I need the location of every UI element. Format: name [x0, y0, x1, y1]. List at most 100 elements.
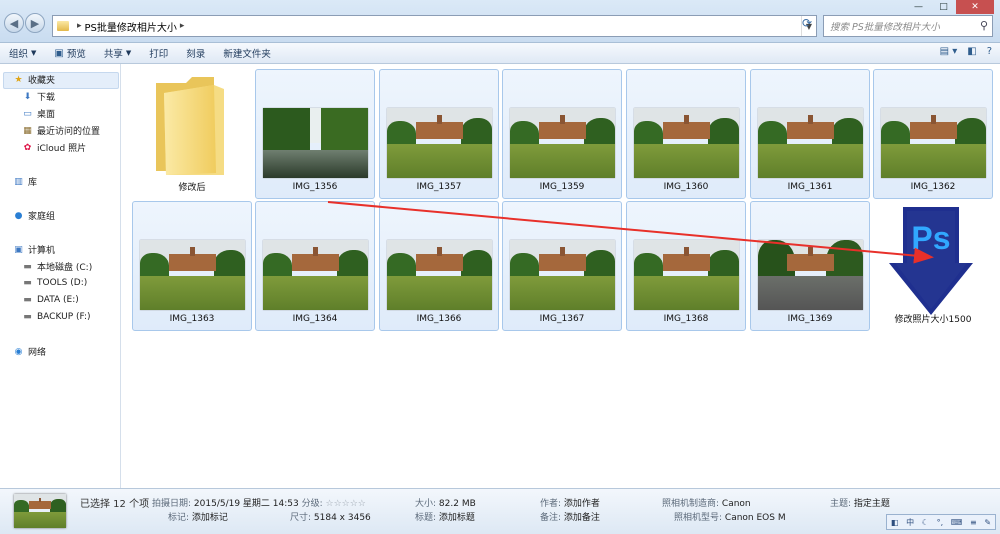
author-value[interactable]: 添加作者 [564, 499, 600, 509]
image-thumbnail [510, 240, 615, 310]
new-folder-button[interactable]: 新建文件夹 [214, 46, 280, 60]
file-tile-image[interactable]: IMG_1367 [502, 201, 622, 331]
image-thumbnail [758, 240, 863, 310]
tags: 标记: 添加标记 [168, 510, 228, 523]
burn-button[interactable]: 刻录 [177, 46, 214, 60]
address-path[interactable]: PS批量修改相片大小 [85, 19, 177, 34]
help-icon[interactable]: ? [987, 46, 992, 57]
nav-icloud-label: iCloud 照片 [37, 144, 87, 154]
nav-network[interactable]: ◉ 网络 [13, 345, 46, 359]
nav-libraries[interactable]: ▥ 库 [13, 175, 37, 189]
file-tile-image[interactable]: IMG_1359 [502, 69, 622, 199]
file-name: 修改照片大小1500 [894, 315, 972, 325]
library-icon: ▥ [14, 176, 23, 187]
maximize-button[interactable]: □ [931, 0, 956, 14]
share-label: 共享 [103, 49, 123, 60]
nav-drive-c[interactable]: ▬ 本地磁盘 (C:) [22, 260, 92, 274]
forward-button[interactable]: ▶ [25, 13, 45, 33]
file-tile-image[interactable]: IMG_1369 [750, 201, 870, 331]
file-tile-image[interactable]: IMG_1361 [750, 69, 870, 199]
title-label: 标题: [415, 513, 437, 523]
nav-drive-f[interactable]: ▬ BACKUP (F:) [22, 311, 90, 322]
size-label: 大小: [415, 499, 437, 509]
nav-recent-label: 最近访问的位置 [37, 127, 101, 137]
ime-punct-icon[interactable]: °, [937, 518, 944, 527]
ime-mode[interactable]: 中 [906, 517, 914, 528]
tags-value[interactable]: 添加标记 [192, 513, 228, 523]
homegroup-icon: ● [14, 210, 23, 221]
folder-icon [156, 77, 224, 175]
burn-label: 刻录 [186, 49, 206, 60]
details-pane: 已选择 12 个项 拍摄日期: 2015/5/19 星期二 14:53 分级: … [0, 488, 1000, 534]
comment-value[interactable]: 添加备注 [564, 513, 600, 523]
computer-icon: ▣ [14, 244, 23, 255]
nav-drive-e[interactable]: ▬ DATA (E:) [22, 294, 79, 305]
nav-icloud[interactable]: ✿ iCloud 照片 [22, 141, 87, 155]
search-input[interactable]: 搜索 PS批量修改相片大小 ⚲ [823, 15, 993, 37]
navigation-pane: ★ 收藏夹 ⬇ 下载 ▭ 桌面 ▦ 最近访问的位置 ✿ iCloud 照片 ▥ … [0, 64, 121, 488]
share-button[interactable]: 共享 ▼ [95, 46, 140, 60]
view-options-icon[interactable]: ▤ ▾ [940, 46, 958, 57]
nav-favorites-label: 收藏夹 [28, 76, 56, 86]
preview-pane-icon[interactable]: ◧ [967, 46, 976, 57]
nav-drive-d[interactable]: ▬ TOOLS (D:) [22, 277, 87, 288]
window-controls: — □ ✕ [906, 0, 994, 14]
dimensions: 尺寸: 5184 x 3456 [290, 510, 371, 523]
file-tile-image[interactable]: IMG_1360 [626, 69, 746, 199]
minimize-button[interactable]: — [906, 0, 931, 14]
nav-downloads-label: 下载 [37, 93, 56, 103]
refresh-icon[interactable]: ⟳ [802, 16, 812, 30]
nav-computer[interactable]: ▣ 计算机 [13, 243, 55, 257]
ime-toolbar[interactable]: ◧ 中 ☾ °, ⌨ ≡ ✎ [886, 514, 996, 530]
search-icon[interactable]: ⚲ [980, 19, 988, 32]
comment-label: 备注: [540, 513, 562, 523]
file-tile-image[interactable]: IMG_1356 [255, 69, 375, 199]
image-thumbnail [758, 108, 863, 178]
preview-label: 预览 [66, 49, 86, 60]
file-name: IMG_1367 [539, 314, 585, 324]
rating-label: 分级: [301, 499, 323, 509]
nav-recent[interactable]: ▦ 最近访问的位置 [22, 124, 101, 138]
address-bar[interactable]: ▸ PS批量修改相片大小 ▸ ▼ [52, 15, 817, 37]
organize-button[interactable]: 组织 ▼ [0, 46, 45, 60]
selection-count: 已选择 12 个项 [80, 499, 150, 510]
file-tile-image[interactable]: IMG_1362 [873, 69, 993, 199]
ime-keyboard-icon[interactable]: ⌨ [951, 518, 963, 527]
title-value[interactable]: 添加标题 [439, 513, 475, 523]
close-button[interactable]: ✕ [956, 0, 994, 14]
file-tile-image[interactable]: IMG_1363 [132, 201, 252, 331]
breadcrumb-chevron-icon[interactable]: ▸ [180, 21, 185, 31]
nav-favorites[interactable]: ★ 收藏夹 [13, 73, 56, 87]
ime-menu-icon[interactable]: ≡ [970, 518, 977, 527]
file-tile-droplet[interactable]: Ps 修改照片大小1500 [873, 201, 993, 331]
organize-label: 组织 [9, 49, 29, 60]
date-value: 2015/5/19 星期二 14:53 [193, 499, 299, 509]
drive-icon: ▬ [23, 294, 32, 305]
file-tile-folder[interactable]: 修改后 [132, 69, 252, 199]
nav-downloads[interactable]: ⬇ 下载 [22, 90, 56, 104]
network-icon: ◉ [14, 346, 23, 357]
nav-drive-d-label: TOOLS (D:) [37, 277, 88, 288]
preview-button[interactable]: ▣ 预览 [45, 46, 94, 61]
file-tile-image[interactable]: IMG_1364 [255, 201, 375, 331]
size: 大小: 82.2 MB [415, 496, 476, 509]
file-name: IMG_1361 [787, 182, 833, 192]
ime-logo-icon[interactable]: ◧ [891, 518, 899, 527]
nav-desktop-label: 桌面 [37, 110, 56, 120]
forward-arrow-icon: ▶ [30, 16, 40, 30]
camera-maker: 照相机制造商: Canon [662, 496, 751, 509]
back-button[interactable]: ◀ [4, 13, 24, 33]
back-arrow-icon: ◀ [9, 16, 19, 30]
file-tile-image[interactable]: IMG_1366 [379, 201, 499, 331]
file-tile-image[interactable]: IMG_1357 [379, 69, 499, 199]
ime-settings-icon[interactable]: ✎ [984, 518, 991, 527]
print-button[interactable]: 打印 [140, 46, 177, 60]
title-bar: ◀ ▶ ▸ PS批量修改相片大小 ▸ ▼ ⟳ 搜索 PS批量修改相片大小 ⚲ —… [0, 0, 1000, 43]
rating-stars[interactable]: ☆☆☆☆☆ [326, 499, 366, 509]
file-tile-image[interactable]: IMG_1368 [626, 201, 746, 331]
nav-desktop[interactable]: ▭ 桌面 [22, 107, 56, 121]
image-thumbnail [387, 108, 492, 178]
nav-homegroup[interactable]: ● 家庭组 [13, 209, 55, 223]
subject-value[interactable]: 指定主题 [854, 499, 890, 509]
ime-moon-icon[interactable]: ☾ [922, 518, 929, 527]
